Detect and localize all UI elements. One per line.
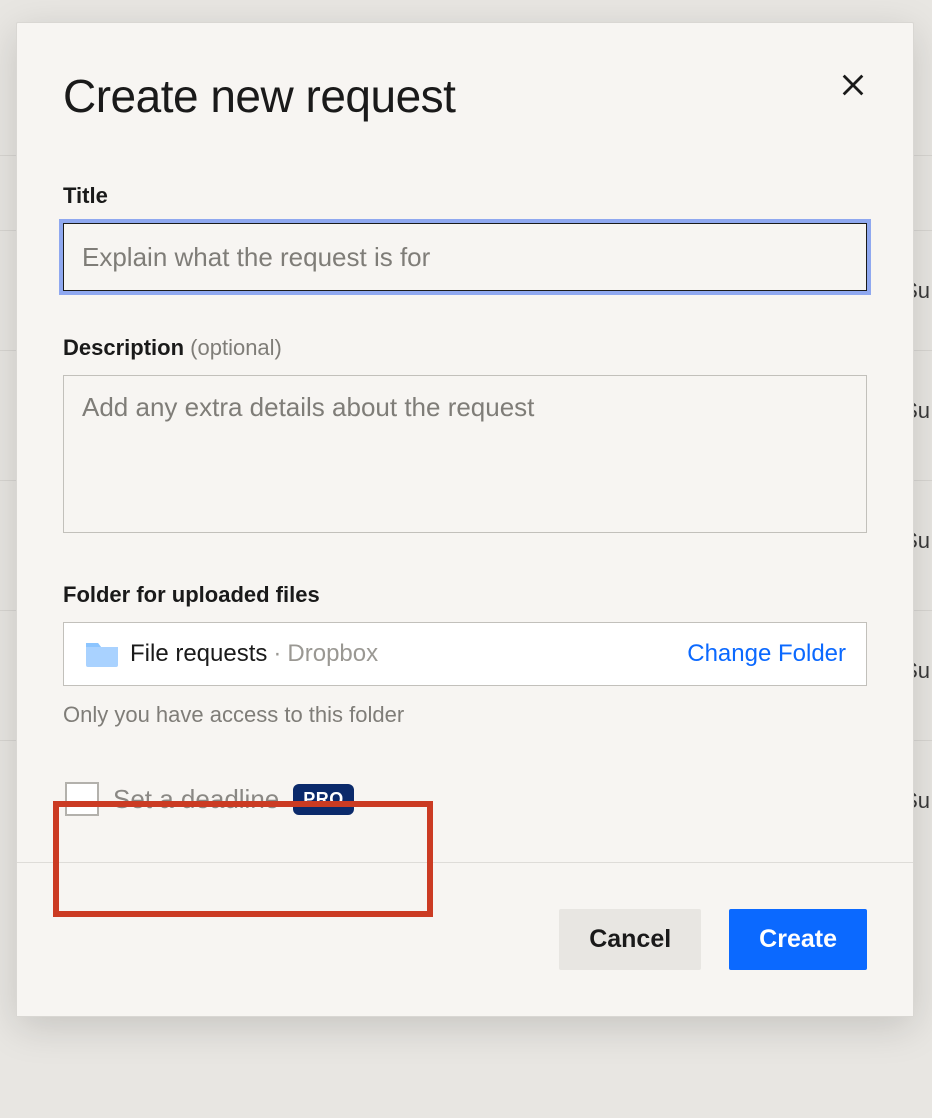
title-label: Title: [63, 183, 867, 209]
dialog-title: Create new request: [63, 69, 867, 123]
change-folder-button[interactable]: Change Folder: [687, 640, 846, 668]
folder-label: Folder for uploaded files: [63, 582, 867, 608]
description-label: Description (optional): [63, 335, 867, 361]
deadline-label: Set a deadline: [113, 784, 279, 815]
folder-field: Folder for uploaded files File requests …: [63, 582, 867, 728]
deadline-row: Set a deadline PRO: [63, 782, 867, 816]
deadline-checkbox[interactable]: [65, 782, 99, 816]
dialog-footer: Cancel Create: [17, 862, 913, 1016]
dialog-body: Create new request Title Description (op…: [17, 23, 913, 862]
description-label-text: Description: [63, 335, 184, 360]
pro-badge: PRO: [293, 784, 354, 815]
folder-path: Dropbox: [287, 640, 378, 668]
create-request-dialog: Create new request Title Description (op…: [16, 22, 914, 1017]
description-input[interactable]: [63, 375, 867, 533]
description-optional: (optional): [190, 335, 282, 360]
folder-name: File requests: [130, 640, 267, 668]
folder-box: File requests · Dropbox Change Folder: [63, 622, 867, 686]
close-icon: [839, 71, 867, 99]
create-button[interactable]: Create: [729, 909, 867, 970]
folder-separator: ·: [273, 640, 281, 668]
description-field: Description (optional): [63, 335, 867, 538]
close-button[interactable]: [833, 65, 873, 105]
cancel-button[interactable]: Cancel: [559, 909, 701, 970]
folder-icon: [84, 639, 120, 669]
title-field: Title: [63, 183, 867, 291]
folder-access-note: Only you have access to this folder: [63, 702, 867, 728]
title-input[interactable]: [63, 223, 867, 291]
